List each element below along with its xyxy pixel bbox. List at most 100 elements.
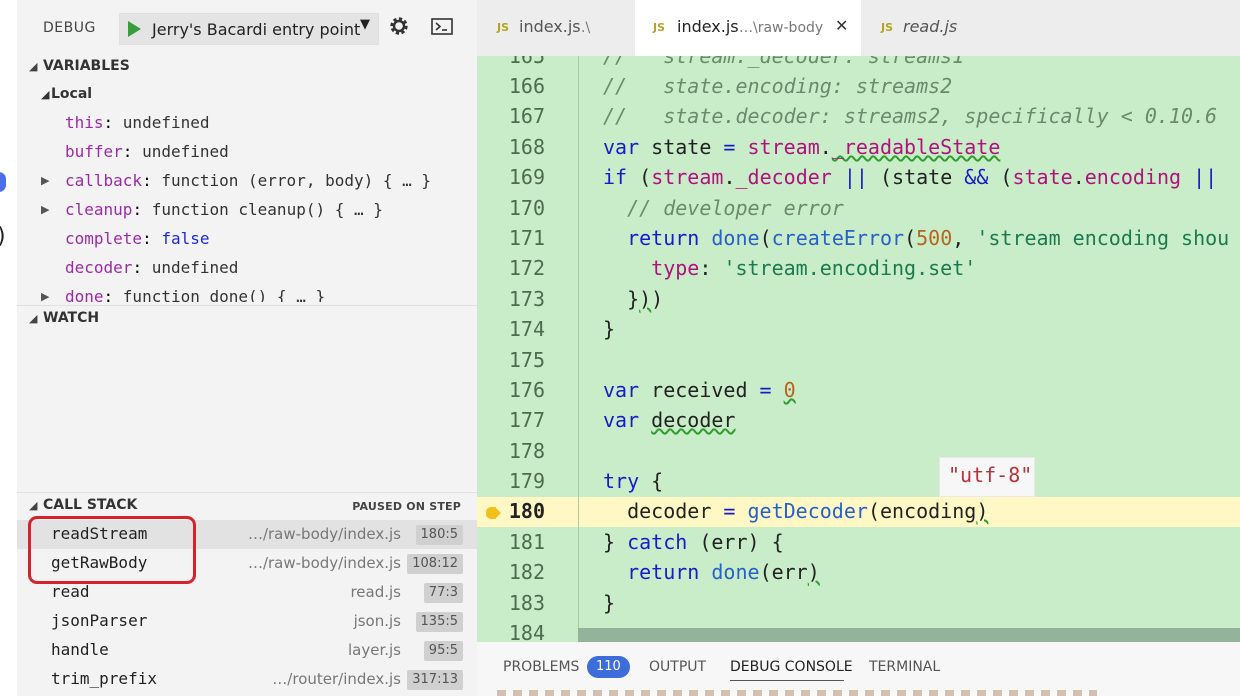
line-number: 182 bbox=[508, 560, 545, 584]
frame-location: 95:5 bbox=[423, 641, 463, 661]
chevron-down-icon: ◢ bbox=[41, 88, 50, 101]
line-number: 177 bbox=[508, 408, 545, 432]
frame-function: trim_prefix bbox=[51, 669, 157, 688]
variable-row[interactable]: ▶ done: function done() { … } bbox=[17, 283, 477, 302]
line-number: 167 bbox=[508, 104, 545, 128]
debug-console-icon[interactable] bbox=[431, 18, 453, 35]
stack-frame[interactable]: trim_prefix …/router/index.js 317:13 bbox=[17, 665, 477, 694]
frame-path: read.js bbox=[350, 583, 401, 601]
start-debugging-icon[interactable] bbox=[128, 21, 141, 37]
line-number: 174 bbox=[508, 317, 545, 341]
tab-index-js-root[interactable]: JS index.js .\ bbox=[477, 0, 635, 56]
chevron-down-icon: ◢ bbox=[29, 312, 38, 325]
code-line: 169 if (stream._decoder || (state && (st… bbox=[477, 163, 1240, 193]
variable-row[interactable]: buffer: undefined bbox=[17, 138, 477, 167]
tab-problems[interactable]: PROBLEMS bbox=[503, 659, 579, 675]
chevron-right-icon[interactable]: ▶ bbox=[41, 203, 49, 216]
line-number: 168 bbox=[508, 135, 545, 159]
variable-value: false bbox=[161, 229, 210, 248]
variable-value: function done() { … } bbox=[122, 287, 326, 302]
hover-value-tooltip: "utf-8" bbox=[939, 457, 1035, 497]
horizontal-scrollbar[interactable] bbox=[578, 628, 1240, 642]
js-file-icon: JS bbox=[653, 21, 666, 34]
variables-section-header[interactable]: ◢ VARIABLES bbox=[17, 54, 477, 80]
code-line: 173 })) bbox=[477, 285, 1240, 315]
line-number: 178 bbox=[508, 439, 545, 463]
debug-title: DEBUG bbox=[43, 20, 96, 36]
code-line: 182 return done(err) bbox=[477, 558, 1240, 588]
code-line: 166 // state.encoding: streams2 bbox=[477, 72, 1240, 102]
code-line: 167 // state.decoder: streams2, specific… bbox=[477, 102, 1240, 132]
code-line: 178 bbox=[477, 437, 1240, 467]
frame-location: 317:13 bbox=[407, 670, 463, 690]
frame-path: …/raw-body/index.js bbox=[247, 554, 401, 572]
bottom-panel: PROBLEMS 110 OUTPUT DEBUG CONSOLE TERMIN… bbox=[477, 642, 1240, 696]
variable-name: cleanup bbox=[65, 200, 133, 219]
variable-row[interactable]: decoder: undefined bbox=[17, 254, 477, 283]
tab-output[interactable]: OUTPUT bbox=[649, 659, 706, 675]
paused-status: PAUSED ON STEP bbox=[352, 500, 461, 513]
watch-section-header[interactable]: ◢ WATCH bbox=[17, 305, 477, 332]
tab-filename: read.js bbox=[903, 17, 958, 36]
line-number: 173 bbox=[508, 287, 545, 311]
code-line: 168 var state = stream._readableState bbox=[477, 133, 1240, 163]
variable-value: function cleanup() { … } bbox=[151, 200, 383, 219]
variable-row[interactable]: ▶ callback: function (error, body) { … } bbox=[17, 167, 477, 196]
call-stack-section-header[interactable]: ◢ CALL STACK PAUSED ON STEP bbox=[17, 492, 477, 519]
line-number: 179 bbox=[508, 469, 545, 493]
tab-index-js-raw-body[interactable]: JS index.js …\raw-body ✕ bbox=[635, 0, 861, 56]
variable-row[interactable]: complete: false bbox=[17, 225, 477, 254]
variable-value: undefined bbox=[122, 113, 210, 132]
line-number: 172 bbox=[508, 256, 545, 280]
code-line: 183 } bbox=[477, 589, 1240, 619]
line-number: 183 bbox=[508, 591, 545, 615]
activity-badge-icon[interactable] bbox=[0, 172, 6, 192]
code-line: 179 try { bbox=[477, 467, 1240, 497]
scope-local[interactable]: ◢ Local bbox=[17, 82, 477, 108]
tab-terminal[interactable]: TERMINAL bbox=[869, 659, 940, 675]
activity-partial-icon: ) bbox=[0, 224, 6, 249]
code-line: 175 bbox=[477, 346, 1240, 376]
code-line: 172 type: 'stream.encoding.set' bbox=[477, 254, 1240, 284]
watch-title: WATCH bbox=[43, 310, 100, 326]
chevron-down-icon[interactable]: ▼ bbox=[360, 17, 370, 32]
frame-location: 77:3 bbox=[423, 583, 463, 603]
scope-label: Local bbox=[51, 86, 93, 102]
launch-config-select[interactable]: Jerry's Bacardi entry point ▼ bbox=[119, 13, 379, 45]
code-line: 181 } catch (err) { bbox=[477, 528, 1240, 558]
gear-icon[interactable] bbox=[388, 15, 410, 37]
line-number: 166 bbox=[508, 74, 545, 98]
close-icon[interactable]: ✕ bbox=[835, 16, 848, 35]
js-file-icon: JS bbox=[881, 21, 894, 34]
call-stack-title: CALL STACK bbox=[43, 497, 138, 513]
code-area[interactable]: 165 // stream._decoder: streams1 166 // … bbox=[477, 42, 1240, 645]
variables-title: VARIABLES bbox=[43, 58, 130, 74]
variable-row[interactable]: ▶ cleanup: function cleanup() { … } bbox=[17, 196, 477, 225]
activity-bar: ) bbox=[0, 0, 17, 696]
tab-debug-console[interactable]: DEBUG CONSOLE bbox=[730, 659, 853, 675]
variable-name: this bbox=[65, 113, 104, 132]
code-line: 176 var received = 0 bbox=[477, 376, 1240, 406]
variable-row[interactable]: this: undefined bbox=[17, 109, 477, 138]
line-number: 181 bbox=[508, 530, 545, 554]
tab-directory: .\ bbox=[581, 20, 591, 36]
chevron-right-icon[interactable]: ▶ bbox=[41, 290, 49, 302]
stack-frame[interactable]: handle layer.js 95:5 bbox=[17, 636, 477, 665]
line-number: 170 bbox=[508, 196, 545, 220]
console-output-cutoff bbox=[497, 690, 1097, 696]
variables-list: ◢ Local this: undefined buffer: undefine… bbox=[17, 82, 477, 302]
line-number: 169 bbox=[508, 165, 545, 189]
code-line: 174 } bbox=[477, 315, 1240, 345]
code-editor: 165 // stream._decoder: streams1 166 // … bbox=[477, 0, 1240, 696]
debug-sidebar: DEBUG Jerry's Bacardi entry point ▼ ◢ VA… bbox=[17, 0, 477, 696]
frame-path: json.js bbox=[353, 612, 401, 630]
chevron-right-icon[interactable]: ▶ bbox=[41, 174, 49, 187]
tab-directory: …\raw-body bbox=[739, 20, 824, 36]
frame-path: …/raw-body/index.js bbox=[247, 525, 401, 543]
stack-frame[interactable]: jsonParser json.js 135:5 bbox=[17, 607, 477, 636]
tab-read-js[interactable]: JS read.js bbox=[861, 0, 1017, 56]
editor-tab-bar: JS index.js .\ JS index.js …\raw-body ✕ … bbox=[477, 0, 1240, 56]
code-line: 171 return done(createError(500, 'stream… bbox=[477, 224, 1240, 254]
variable-name: decoder bbox=[65, 258, 133, 277]
current-code-line: 180 decoder = getDecoder(encoding) bbox=[477, 497, 1240, 527]
